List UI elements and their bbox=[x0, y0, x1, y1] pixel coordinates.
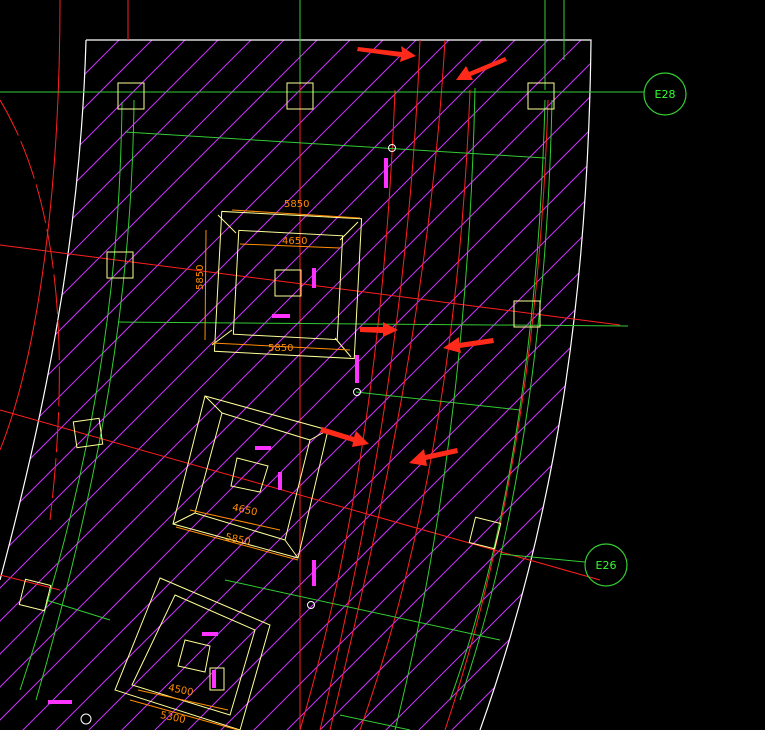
hatch-line bbox=[421, 40, 591, 730]
cap-3-outer-dim: 5300 bbox=[159, 710, 186, 726]
hatch-line bbox=[653, 0, 765, 730]
cap-1-bottom-dim: 5850 bbox=[268, 343, 293, 354]
cap-1-inner-dim-top: 4650 bbox=[282, 236, 307, 247]
slab-outline-left bbox=[0, 39, 87, 581]
hatch-line bbox=[686, 0, 765, 730]
hatch-line bbox=[620, 0, 765, 730]
cap-2-inner-dim: 4650 bbox=[231, 502, 258, 518]
grid-bubble-e26-label: E26 bbox=[596, 559, 617, 572]
cap-3-inner-dim: 4500 bbox=[167, 683, 194, 699]
hatch-line bbox=[355, 40, 591, 730]
pile-cap-3: 4500 5300 bbox=[114, 577, 271, 730]
grid-bubble-e28[interactable]: E28 bbox=[643, 72, 687, 116]
cap-1-side-dim: 5850 bbox=[195, 265, 206, 290]
magenta-annotations bbox=[48, 158, 388, 704]
arrow-5 bbox=[320, 427, 369, 447]
hatch-line bbox=[520, 40, 591, 730]
grid-bubble-e26[interactable]: E26 bbox=[584, 543, 628, 587]
cap-1-outer-dim-top: 5850 bbox=[284, 199, 309, 210]
grid-bubble-e28-label: E28 bbox=[655, 88, 676, 101]
hatch-line bbox=[91, 40, 591, 730]
cad-drawing-canvas[interactable]: 5850 4650 5850 5850 4650 5850 4500 5300 bbox=[0, 0, 765, 730]
hatch-line bbox=[719, 0, 765, 730]
hatch-line bbox=[752, 0, 765, 730]
hatch-line bbox=[0, 40, 299, 730]
arrow-2 bbox=[456, 57, 507, 80]
hatch-line bbox=[586, 40, 591, 730]
hatch-line bbox=[553, 40, 591, 730]
cap-2-outer-dim: 5850 bbox=[224, 532, 251, 548]
hatch-line bbox=[454, 40, 591, 730]
arrow-6 bbox=[409, 448, 458, 466]
hatch-line bbox=[157, 40, 591, 730]
slab-outline bbox=[86, 39, 592, 730]
